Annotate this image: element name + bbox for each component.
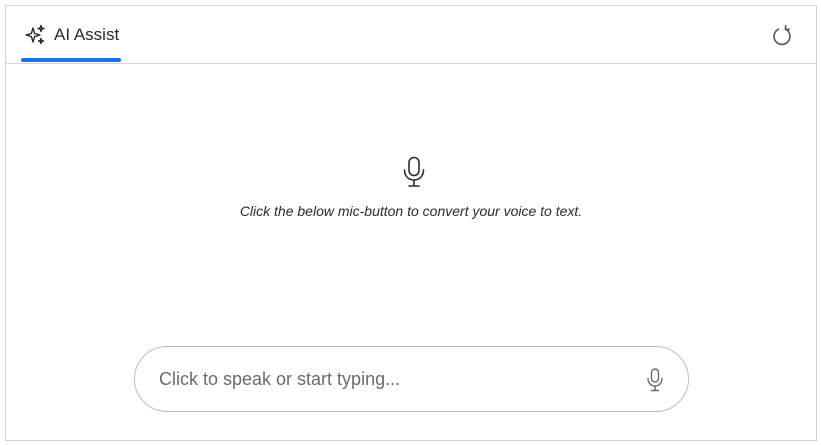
tab-label: AI Assist (54, 25, 120, 44)
prompt-input-container (134, 346, 689, 412)
microphone-icon[interactable] (646, 368, 664, 392)
microphone-icon (403, 156, 425, 187)
panel-header: AI Assist (6, 6, 816, 64)
ai-assist-panel: AI Assist Click the below mic-button to … (5, 5, 817, 441)
prompt-input[interactable] (159, 347, 619, 411)
refresh-icon[interactable] (770, 24, 794, 48)
voice-hint-text: Click the below mic-button to convert yo… (239, 203, 583, 219)
sparkles-icon (25, 24, 45, 45)
active-tab-indicator (21, 58, 121, 62)
tab-ai-assist[interactable]: AI Assist (21, 6, 122, 63)
